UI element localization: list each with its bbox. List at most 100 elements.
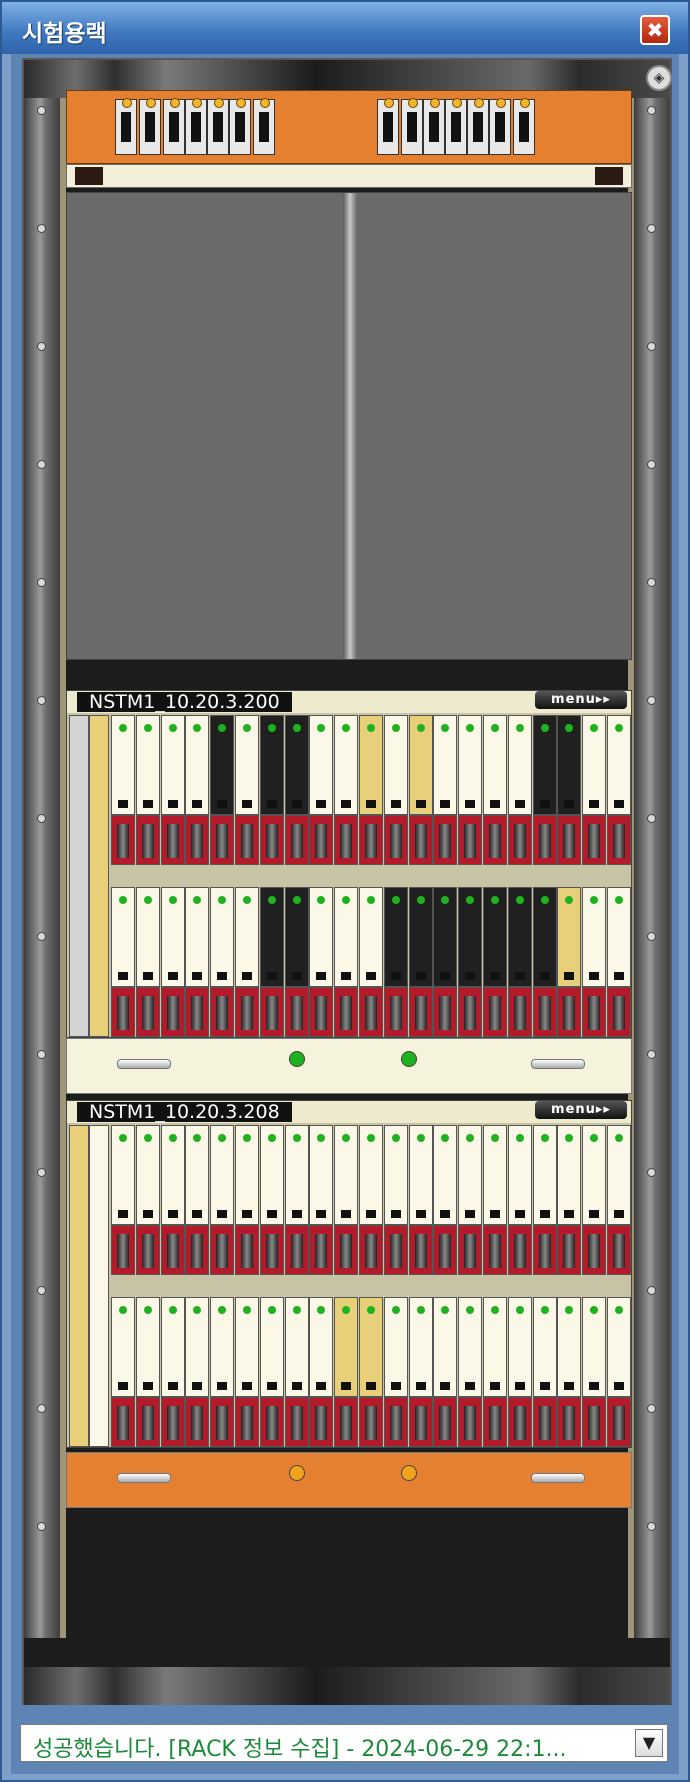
card-ejector[interactable] bbox=[160, 815, 185, 865]
shelf-2[interactable]: NSTM1_10.20.3.208 menu▸▸ bbox=[66, 1100, 632, 1448]
card-ejector[interactable] bbox=[582, 1397, 607, 1447]
card-ejector[interactable] bbox=[507, 815, 532, 865]
card-ejector[interactable] bbox=[259, 1397, 284, 1447]
line-card[interactable] bbox=[433, 887, 458, 987]
power-supply-switch[interactable] bbox=[185, 98, 207, 155]
line-card[interactable] bbox=[235, 1125, 259, 1225]
card-ejector[interactable] bbox=[309, 987, 334, 1037]
card-ejector[interactable] bbox=[483, 1397, 507, 1447]
line-card[interactable] bbox=[359, 1297, 383, 1397]
power-supply-switch[interactable] bbox=[253, 98, 275, 155]
card-ejector[interactable] bbox=[582, 987, 607, 1037]
line-card[interactable] bbox=[309, 887, 334, 987]
card-ejector[interactable] bbox=[408, 1225, 433, 1275]
card-ejector[interactable] bbox=[111, 1225, 135, 1275]
line-card[interactable] bbox=[557, 887, 582, 987]
line-card[interactable] bbox=[334, 1297, 359, 1397]
line-card[interactable] bbox=[383, 715, 408, 815]
line-card[interactable] bbox=[334, 1125, 359, 1225]
card-ejector[interactable] bbox=[433, 1397, 458, 1447]
line-card[interactable] bbox=[185, 1297, 210, 1397]
line-card[interactable] bbox=[235, 1297, 259, 1397]
line-card[interactable] bbox=[557, 715, 582, 815]
line-card[interactable] bbox=[284, 1125, 309, 1225]
fan-handle-right[interactable] bbox=[531, 1473, 585, 1483]
line-card[interactable] bbox=[235, 715, 259, 815]
card-ejector[interactable] bbox=[235, 1225, 259, 1275]
rack-compass-icon[interactable]: ◈ bbox=[646, 65, 672, 91]
card-ejector[interactable] bbox=[483, 1225, 507, 1275]
line-card[interactable] bbox=[210, 887, 235, 987]
power-supply-switch[interactable] bbox=[513, 98, 535, 155]
fan-handle-left[interactable] bbox=[117, 1059, 171, 1069]
fan-tray-2[interactable] bbox=[66, 1452, 632, 1508]
line-card[interactable] bbox=[433, 1297, 458, 1397]
card-ejector[interactable] bbox=[557, 1397, 582, 1447]
card-ejector[interactable] bbox=[557, 987, 582, 1037]
line-card[interactable] bbox=[383, 1125, 408, 1225]
card-ejector[interactable] bbox=[458, 1397, 483, 1447]
shelf-1[interactable]: NSTM1_10.20.3.200 menu▸▸ bbox=[66, 690, 632, 1038]
card-ejector[interactable] bbox=[185, 1397, 210, 1447]
power-supply-switch[interactable] bbox=[229, 98, 251, 155]
card-ejector[interactable] bbox=[160, 1225, 185, 1275]
card-ejector[interactable] bbox=[334, 815, 359, 865]
line-card[interactable] bbox=[111, 1125, 135, 1225]
line-card[interactable] bbox=[210, 1125, 235, 1225]
card-ejector[interactable] bbox=[284, 815, 309, 865]
card-ejector[interactable] bbox=[135, 987, 160, 1037]
line-card[interactable] bbox=[259, 887, 284, 987]
card-ejector[interactable] bbox=[210, 1397, 235, 1447]
line-card[interactable] bbox=[557, 1297, 582, 1397]
card-ejector[interactable] bbox=[135, 1225, 160, 1275]
line-card[interactable] bbox=[458, 1125, 483, 1225]
line-card[interactable] bbox=[235, 887, 259, 987]
card-ejector[interactable] bbox=[259, 815, 284, 865]
line-card[interactable] bbox=[507, 715, 532, 815]
line-card[interactable] bbox=[160, 887, 185, 987]
line-card[interactable] bbox=[458, 887, 483, 987]
power-supply-switch[interactable] bbox=[207, 98, 229, 155]
line-card[interactable] bbox=[433, 715, 458, 815]
card-ejector[interactable] bbox=[483, 815, 507, 865]
card-ejector[interactable] bbox=[507, 1225, 532, 1275]
card-ejector[interactable] bbox=[359, 815, 383, 865]
fan-tray-1[interactable] bbox=[66, 1038, 632, 1094]
card-ejector[interactable] bbox=[160, 1397, 185, 1447]
card-ejector[interactable] bbox=[259, 987, 284, 1037]
card-ejector[interactable] bbox=[235, 815, 259, 865]
card-ejector[interactable] bbox=[582, 815, 607, 865]
shelf-menu-button[interactable]: menu▸▸ bbox=[535, 691, 627, 709]
line-card[interactable] bbox=[135, 1297, 160, 1397]
card-ejector[interactable] bbox=[607, 987, 631, 1037]
line-card[interactable] bbox=[210, 715, 235, 815]
controller-card[interactable] bbox=[89, 1125, 109, 1447]
line-card[interactable] bbox=[135, 715, 160, 815]
line-card[interactable] bbox=[483, 887, 507, 987]
card-ejector[interactable] bbox=[408, 987, 433, 1037]
card-ejector[interactable] bbox=[359, 1225, 383, 1275]
line-card[interactable] bbox=[309, 1297, 334, 1397]
line-card[interactable] bbox=[160, 1297, 185, 1397]
power-supply-switch[interactable] bbox=[139, 98, 161, 155]
line-card[interactable] bbox=[582, 1125, 607, 1225]
line-card[interactable] bbox=[408, 715, 433, 815]
line-card[interactable] bbox=[408, 1297, 433, 1397]
power-supply-switch[interactable] bbox=[445, 98, 467, 155]
fan-handle-left[interactable] bbox=[117, 1473, 171, 1483]
close-button[interactable]: ✖ bbox=[640, 15, 670, 45]
card-ejector[interactable] bbox=[507, 987, 532, 1037]
line-card[interactable] bbox=[309, 715, 334, 815]
card-ejector[interactable] bbox=[334, 1397, 359, 1447]
shelf-menu-button[interactable]: menu▸▸ bbox=[535, 1101, 627, 1119]
card-ejector[interactable] bbox=[309, 815, 334, 865]
controller-card[interactable] bbox=[89, 715, 109, 1037]
card-ejector[interactable] bbox=[433, 1225, 458, 1275]
card-ejector[interactable] bbox=[210, 815, 235, 865]
title-bar[interactable]: 시험용랙 ✖ bbox=[2, 2, 688, 54]
line-card[interactable] bbox=[433, 1125, 458, 1225]
line-card[interactable] bbox=[359, 887, 383, 987]
line-card[interactable] bbox=[532, 887, 557, 987]
fan-handle-right[interactable] bbox=[531, 1059, 585, 1069]
card-ejector[interactable] bbox=[111, 987, 135, 1037]
